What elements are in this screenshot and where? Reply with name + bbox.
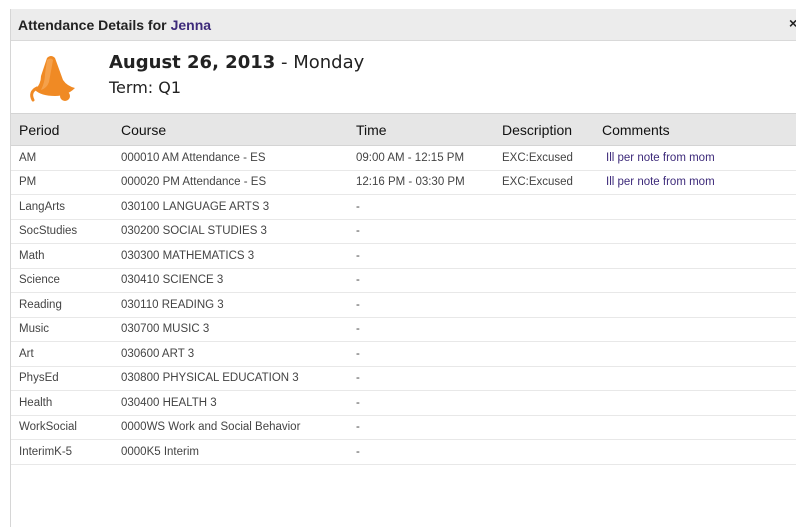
cell-description <box>493 219 593 244</box>
table-row: Music 030700 MUSIC 3 - <box>11 317 796 342</box>
dialog-titlebar: Attendance Details for Jenna × <box>11 9 796 41</box>
cell-comments <box>593 244 796 269</box>
cell-period: SocStudies <box>19 225 78 238</box>
cell-comments <box>593 415 796 440</box>
cell-course: 030110 READING 3 <box>121 298 224 311</box>
cell-time: - <box>356 323 360 336</box>
cell-time: - <box>356 372 360 385</box>
cell-description <box>493 195 593 220</box>
column-header-time: Time <box>356 121 387 138</box>
cell-description <box>493 342 593 367</box>
cell-course: 0000K5 Interim <box>121 445 199 458</box>
table-row: PM 000020 PM Attendance - ES 12:16 PM - … <box>11 170 796 195</box>
cell-comments <box>593 317 796 342</box>
column-header-period: Period <box>19 121 60 138</box>
attendance-day: - Monday <box>281 52 365 73</box>
cell-description: EXC:Excused <box>502 151 573 164</box>
table-row: SocStudies 030200 SOCIAL STUDIES 3 - <box>11 219 796 244</box>
cell-course: 030200 SOCIAL STUDIES 3 <box>121 225 267 238</box>
comment-text: Ill per note from mom <box>606 176 715 189</box>
cell-comments: Ill per note from mom <box>593 146 796 171</box>
cell-description: EXC:Excused <box>502 176 573 189</box>
cell-course: 030800 PHYSICAL EDUCATION 3 <box>121 372 299 385</box>
cell-course: 000010 AM Attendance - ES <box>121 151 266 164</box>
cell-time: - <box>356 298 360 311</box>
cell-time: 12:16 PM - 03:30 PM <box>356 176 465 189</box>
cell-time: - <box>356 396 360 409</box>
table-row: WorkSocial 0000WS Work and Social Behavi… <box>11 415 796 440</box>
cell-period: Reading <box>19 298 62 311</box>
dialog-title: Attendance Details for <box>18 16 167 33</box>
bell-icon <box>30 56 75 102</box>
cell-comments <box>593 268 796 293</box>
cell-description <box>493 317 593 342</box>
cell-course: 0000WS Work and Social Behavior <box>121 421 301 434</box>
cell-period: InterimK-5 <box>19 445 73 458</box>
cell-description <box>493 440 593 465</box>
cell-period: Health <box>19 396 53 409</box>
table-row: Reading 030110 READING 3 - <box>11 293 796 318</box>
cell-time: - <box>356 347 360 360</box>
attendance-term: Term: Q1 <box>109 78 182 97</box>
cell-course: 030600 ART 3 <box>121 347 195 360</box>
table-row: Health 030400 HEALTH 3 - <box>11 391 796 416</box>
table-row: Art 030600 ART 3 - <box>11 342 796 367</box>
cell-course: 030410 SCIENCE 3 <box>121 274 224 287</box>
cell-period: Music <box>19 323 50 336</box>
attendance-table: Period Course Time Description Comments … <box>11 113 796 465</box>
cell-course: 030400 HEALTH 3 <box>121 396 217 409</box>
close-icon[interactable]: × <box>789 15 796 31</box>
table-row: InterimK-5 0000K5 Interim - <box>11 440 796 465</box>
table-row: AM 000010 AM Attendance - ES 09:00 AM - … <box>11 146 796 171</box>
cell-time: - <box>356 225 360 238</box>
table-row: Science 030410 SCIENCE 3 - <box>11 268 796 293</box>
cell-comments <box>593 366 796 391</box>
comment-text: Ill per note from mom <box>606 151 715 164</box>
column-header-course: Course <box>121 121 167 138</box>
column-header-comments: Comments <box>602 121 670 138</box>
cell-period: AM <box>19 151 37 164</box>
cell-comments: Ill per note from mom <box>593 170 796 195</box>
cell-period: LangArts <box>19 200 66 213</box>
cell-description <box>493 415 593 440</box>
cell-time: - <box>356 274 360 287</box>
table-header-row: Period Course Time Description Comments <box>11 113 796 146</box>
cell-time: - <box>356 249 360 262</box>
table-row: LangArts 030100 LANGUAGE ARTS 3 - <box>11 195 796 220</box>
cell-time: 09:00 AM - 12:15 PM <box>356 151 465 164</box>
student-name: Jenna <box>170 16 212 33</box>
cell-course: 000020 PM Attendance - ES <box>121 176 267 189</box>
cell-period: PhysEd <box>19 372 59 385</box>
cell-description <box>493 391 593 416</box>
cell-period: WorkSocial <box>19 421 77 434</box>
cell-description <box>493 268 593 293</box>
date-line: August 26, 2013 - Monday <box>109 52 364 73</box>
cell-comments <box>593 440 796 465</box>
attendance-header: August 26, 2013 - Monday Term: Q1 <box>11 41 796 113</box>
column-header-description: Description <box>502 121 573 138</box>
cell-comments <box>593 219 796 244</box>
table-row: PhysEd 030800 PHYSICAL EDUCATION 3 - <box>11 366 796 391</box>
attendance-dialog: Attendance Details for Jenna × August 26… <box>10 9 796 527</box>
attendance-date: August 26, 2013 <box>109 52 276 73</box>
cell-comments <box>593 391 796 416</box>
cell-period: Math <box>19 249 45 262</box>
cell-period: PM <box>19 176 37 189</box>
cell-course: 030300 MATHEMATICS 3 <box>121 249 255 262</box>
cell-course: 030100 LANGUAGE ARTS 3 <box>121 200 270 213</box>
cell-description <box>493 244 593 269</box>
cell-time: - <box>356 421 360 434</box>
cell-period: Science <box>19 274 60 287</box>
cell-comments <box>593 195 796 220</box>
cell-comments <box>593 342 796 367</box>
cell-description <box>493 366 593 391</box>
cell-description <box>493 293 593 318</box>
cell-period: Art <box>19 347 34 360</box>
cell-time: - <box>356 445 360 458</box>
table-row: Math 030300 MATHEMATICS 3 - <box>11 244 796 269</box>
cell-time: - <box>356 200 360 213</box>
cell-comments <box>593 293 796 318</box>
cell-course: 030700 MUSIC 3 <box>121 323 210 336</box>
